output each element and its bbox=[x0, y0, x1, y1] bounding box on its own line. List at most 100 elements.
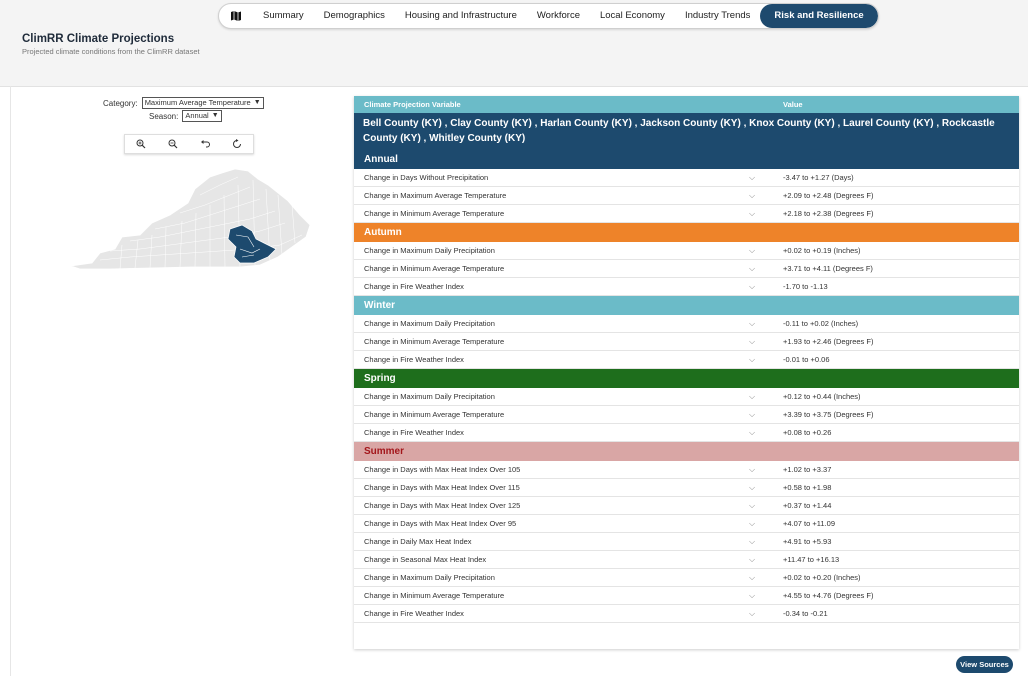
chevron-down-icon[interactable]: ⌵ bbox=[749, 555, 783, 565]
chevron-down-icon[interactable]: ⌵ bbox=[749, 337, 783, 347]
chevron-down-icon[interactable]: ⌵ bbox=[749, 428, 783, 438]
value-cell: +0.58 to +1.98 bbox=[783, 483, 832, 492]
chevron-down-icon[interactable]: ⌵ bbox=[749, 173, 783, 183]
col-variable-header: Climate Projection Variable bbox=[364, 100, 461, 109]
value-cell: +0.08 to +0.26 bbox=[783, 428, 832, 437]
chevron-down-icon[interactable]: ⌵ bbox=[749, 537, 783, 547]
table-row[interactable]: Change in Days with Max Heat Index Over … bbox=[354, 461, 1019, 479]
table-row[interactable]: Change in Maximum Daily Precipitation ⌵ +0… bbox=[354, 388, 1019, 406]
table-row[interactable]: Change in Fire Weather Index ⌵ -0.34 to -0… bbox=[354, 605, 1019, 623]
table-row[interactable]: Change in Days with Max Heat Index Over … bbox=[354, 515, 1019, 533]
chevron-down-icon[interactable]: ⌵ bbox=[749, 410, 783, 420]
map-icon[interactable] bbox=[219, 4, 253, 28]
variable-cell: Change in Days with Max Heat Index Over … bbox=[364, 465, 521, 474]
value-cell: +4.07 to +11.09 bbox=[783, 519, 835, 528]
value-cell: +2.18 to +2.38 (Degrees F) bbox=[783, 209, 874, 218]
value-cell: +4.55 to +4.76 (Degrees F) bbox=[783, 591, 874, 600]
chevron-down-icon[interactable]: ⌵ bbox=[749, 355, 783, 365]
tab-risk-and-resilience[interactable]: Risk and Resilience bbox=[760, 4, 878, 28]
variable-cell: Change in Days Without Precipitation bbox=[364, 173, 489, 182]
table-row[interactable]: Change in Minimum Average Temperature ⌵ +3… bbox=[354, 406, 1019, 424]
state-outline bbox=[70, 168, 311, 270]
season-label: Season: bbox=[149, 111, 179, 121]
chevron-down-icon[interactable]: ⌵ bbox=[749, 519, 783, 529]
table-row[interactable]: Change in Daily Max Heat Index ⌵ +4.91 to … bbox=[354, 533, 1019, 551]
category-label: Category: bbox=[103, 98, 138, 108]
tab-housing-and-infrastructure[interactable]: Housing and Infrastructure bbox=[395, 4, 527, 28]
reset-icon[interactable] bbox=[229, 136, 245, 152]
chevron-down-icon[interactable]: ⌵ bbox=[749, 282, 783, 292]
value-cell: +0.12 to +0.44 (Inches) bbox=[783, 392, 861, 401]
section-header-winter: Winter bbox=[354, 296, 1019, 315]
variable-cell: Change in Fire Weather Index bbox=[364, 282, 464, 291]
table-row[interactable]: Change in Minimum Average Temperature ⌵ +2… bbox=[354, 205, 1019, 223]
zoom-out-icon[interactable] bbox=[165, 136, 181, 152]
top-nav: Summary Demographics Housing and Infrastru… bbox=[218, 3, 879, 29]
tab-industry-trends[interactable]: Industry Trends bbox=[675, 4, 760, 28]
zoom-in-icon[interactable] bbox=[133, 136, 149, 152]
chevron-down-icon[interactable]: ⌵ bbox=[749, 591, 783, 601]
table-row[interactable]: Change in Days with Max Heat Index Over … bbox=[354, 497, 1019, 515]
chevron-down-icon[interactable]: ⌵ bbox=[749, 483, 783, 493]
variable-cell: Change in Maximum Daily Precipitation bbox=[364, 392, 495, 401]
chevron-down-icon[interactable]: ⌵ bbox=[749, 573, 783, 583]
value-cell: +0.02 to +0.20 (Inches) bbox=[783, 573, 861, 582]
table-row[interactable]: Change in Minimum Average Temperature ⌵ +3… bbox=[354, 260, 1019, 278]
table-row[interactable]: Change in Fire Weather Index ⌵ -1.70 to -1… bbox=[354, 278, 1019, 296]
value-cell: -0.11 to +0.02 (Inches) bbox=[783, 319, 859, 328]
table-row[interactable]: Change in Minimum Average Temperature ⌵ +4… bbox=[354, 587, 1019, 605]
value-cell: +0.37 to +1.44 bbox=[783, 501, 832, 510]
variable-cell: Change in Fire Weather Index bbox=[364, 428, 464, 437]
variable-cell: Change in Minimum Average Temperature bbox=[364, 209, 505, 218]
table-row[interactable]: Change in Fire Weather Index ⌵ +0.08 to +0… bbox=[354, 424, 1019, 442]
table-row[interactable]: Change in Seasonal Max Heat Index ⌵ +11.47… bbox=[354, 551, 1019, 569]
section-header-summer: Summer bbox=[354, 442, 1019, 461]
chevron-down-icon[interactable]: ⌵ bbox=[749, 501, 783, 511]
view-sources-button[interactable]: View Sources bbox=[956, 656, 1013, 673]
chevron-down-icon[interactable]: ⌵ bbox=[749, 392, 783, 402]
variable-cell: Change in Seasonal Max Heat Index bbox=[364, 555, 487, 564]
kentucky-map[interactable] bbox=[70, 165, 312, 275]
chevron-down-icon[interactable]: ⌵ bbox=[749, 609, 783, 619]
chevron-down-icon[interactable]: ⌵ bbox=[749, 209, 783, 219]
variable-cell: Change in Minimum Average Temperature bbox=[364, 337, 505, 346]
table-row[interactable]: Change in Days Without Precipitation ⌵ -3.… bbox=[354, 169, 1019, 187]
table-row[interactable]: Change in Maximum Daily Precipitation ⌵ -0… bbox=[354, 315, 1019, 333]
variable-cell: Change in Minimum Average Temperature bbox=[364, 264, 505, 273]
tab-local-economy[interactable]: Local Economy bbox=[590, 4, 675, 28]
value-cell: +1.93 to +2.46 (Degrees F) bbox=[783, 337, 874, 346]
chevron-down-icon[interactable]: ⌵ bbox=[749, 319, 783, 329]
table-row[interactable]: Change in Days with Max Heat Index Over … bbox=[354, 479, 1019, 497]
chevron-down-icon[interactable]: ⌵ bbox=[749, 246, 783, 256]
value-cell: +0.02 to +0.19 (Inches) bbox=[783, 246, 861, 255]
counties-banner: Bell County (KY) , Clay County (KY) , Ha… bbox=[354, 113, 1019, 150]
chevron-down-icon: ▼ bbox=[211, 112, 219, 119]
variable-cell: Change in Days with Max Heat Index Over … bbox=[364, 501, 521, 510]
table-row[interactable]: Change in Minimum Average Temperature ⌵ +1… bbox=[354, 333, 1019, 351]
table-row[interactable]: Change in Fire Weather Index ⌵ -0.01 to +0… bbox=[354, 351, 1019, 369]
season-value: Annual bbox=[185, 111, 209, 120]
category-select[interactable]: Maximum Average Temperature ▼ bbox=[141, 97, 264, 109]
variable-cell: Change in Maximum Daily Precipitation bbox=[364, 246, 495, 255]
value-cell: +11.47 to +16.13 bbox=[783, 555, 840, 564]
variable-cell: Change in Fire Weather Index bbox=[364, 355, 464, 364]
season-select[interactable]: Annual ▼ bbox=[182, 110, 222, 122]
variable-cell: Change in Maximum Average Temperature bbox=[364, 191, 507, 200]
tab-demographics[interactable]: Demographics bbox=[314, 4, 395, 28]
undo-icon[interactable] bbox=[197, 136, 213, 152]
chevron-down-icon[interactable]: ⌵ bbox=[749, 191, 783, 201]
season-control: Season: Annual ▼ bbox=[149, 110, 222, 122]
section-header-autumn: Autumn bbox=[354, 223, 1019, 242]
category-control: Category: Maximum Average Temperature ▼ bbox=[103, 97, 264, 109]
chevron-down-icon[interactable]: ⌵ bbox=[749, 264, 783, 274]
chevron-down-icon[interactable]: ⌵ bbox=[749, 465, 783, 475]
variable-cell: Change in Days with Max Heat Index Over … bbox=[364, 483, 520, 492]
page-title: ClimRR Climate Projections bbox=[22, 33, 175, 45]
value-cell: -0.34 to -0.21 bbox=[783, 609, 828, 618]
table-row[interactable]: Change in Maximum Daily Precipitation ⌵ +0… bbox=[354, 242, 1019, 260]
value-cell: -1.70 to -1.13 bbox=[783, 282, 828, 291]
table-row[interactable]: Change in Maximum Daily Precipitation ⌵ +0… bbox=[354, 569, 1019, 587]
table-row[interactable]: Change in Maximum Average Temperature ⌵ +2… bbox=[354, 187, 1019, 205]
tab-summary[interactable]: Summary bbox=[253, 4, 314, 28]
tab-workforce[interactable]: Workforce bbox=[527, 4, 590, 28]
